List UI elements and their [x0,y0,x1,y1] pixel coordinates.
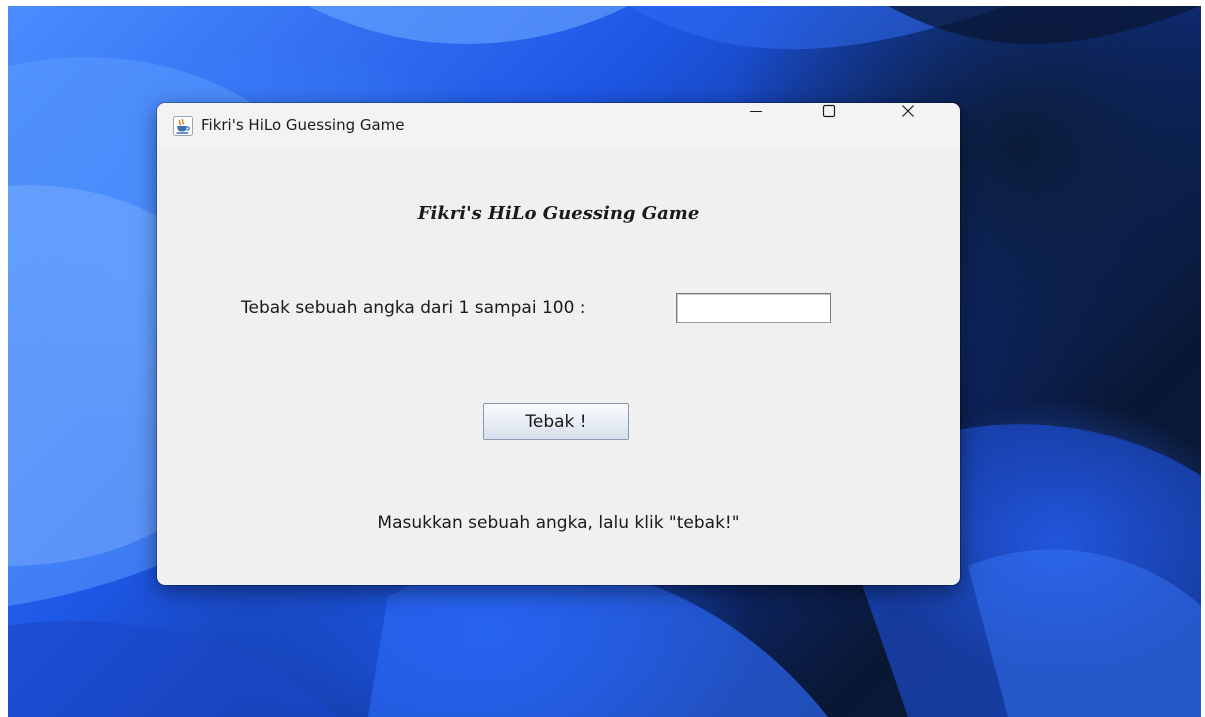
window-title: Fikri's HiLo Guessing Game [201,116,405,134]
desktop-wallpaper: Fikri's HiLo Guessing Game Fikri's HiLo … [8,6,1201,717]
guess-button[interactable]: Tebak ! [483,403,629,440]
minimize-button[interactable] [748,103,794,149]
guess-prompt-label: Tebak sebuah angka dari 1 sampai 100 : [241,298,586,318]
maximize-button[interactable] [821,103,867,149]
guess-input[interactable] [676,293,831,323]
title-bar[interactable]: Fikri's HiLo Guessing Game [157,103,960,149]
status-message: Masukkan sebuah angka, lalu klik "tebak!… [377,513,740,533]
close-button[interactable] [900,103,946,149]
java-coffee-cup-icon[interactable] [173,116,193,136]
game-heading: Fikri's HiLo Guessing Game [417,203,700,224]
app-window: Fikri's HiLo Guessing Game Fikri's HiLo … [157,103,960,585]
